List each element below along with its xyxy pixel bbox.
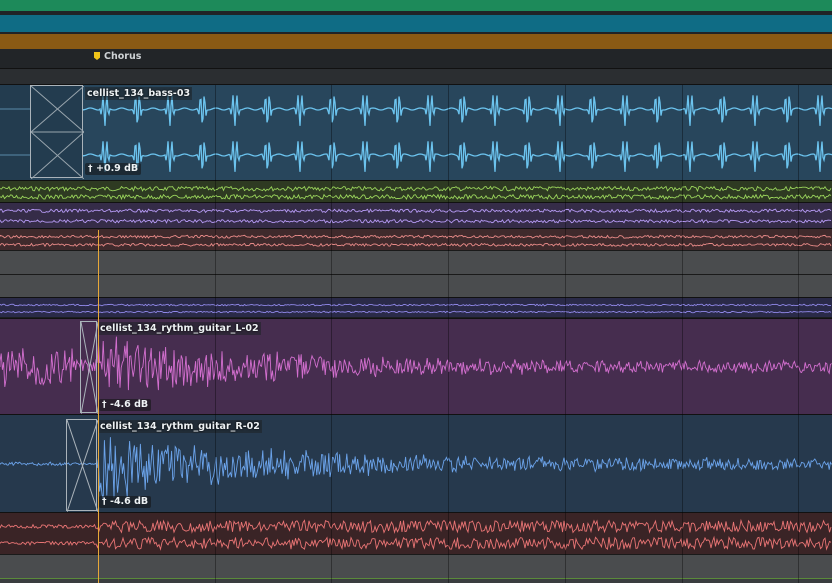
gr-wave-trace bbox=[0, 437, 832, 501]
red-track-lane[interactable] bbox=[0, 228, 832, 250]
rb-wave-ch2 bbox=[0, 535, 832, 551]
marker-chorus[interactable]: Chorus bbox=[94, 51, 141, 63]
empty-track-lane[interactable] bbox=[0, 274, 832, 297]
red-wave-ch2 bbox=[0, 242, 832, 248]
gain-handle-icon: † bbox=[102, 400, 107, 410]
crossfade-region[interactable] bbox=[30, 85, 84, 179]
crossfade-icon bbox=[81, 322, 98, 414]
red-waveform bbox=[0, 234, 832, 248]
purple-wave-ch1 bbox=[0, 208, 832, 214]
empty-track-lane[interactable] bbox=[0, 554, 832, 578]
gain-handle-icon: † bbox=[102, 497, 107, 507]
clip-name-bass: cellist_134_bass-03 bbox=[85, 87, 193, 100]
folder-track-teal[interactable] bbox=[0, 15, 832, 32]
gain-handle-icon: † bbox=[88, 164, 93, 174]
empty-track-lane[interactable] bbox=[0, 250, 832, 274]
folder-track-orange[interactable] bbox=[0, 34, 832, 49]
gl-wave-trace bbox=[0, 336, 832, 391]
clip-gain-value: +0.9 dB bbox=[96, 163, 139, 174]
playhead-cursor[interactable] bbox=[98, 230, 99, 583]
folder-track-green[interactable] bbox=[0, 0, 832, 11]
crossfade-region[interactable] bbox=[80, 321, 98, 414]
empty-track-lane[interactable] bbox=[0, 68, 832, 85]
marker-label: Chorus bbox=[104, 51, 142, 62]
violet-wave-ch1 bbox=[0, 303, 831, 307]
violet-track-lane[interactable] bbox=[0, 297, 832, 317]
violet-waveform bbox=[0, 303, 832, 314]
purple-wave-ch2 bbox=[0, 218, 832, 224]
rb-wave-ch1 bbox=[0, 518, 832, 534]
marker-flag-icon bbox=[94, 52, 100, 60]
crossfade-icon bbox=[67, 420, 98, 512]
clip-name-guitar-r: cellist_134_rythm_guitar_R-02 bbox=[98, 420, 262, 433]
next-track-lane[interactable] bbox=[0, 578, 832, 583]
guitar-r-clip[interactable]: cellist_134_rythm_guitar_R-02 † -4.6 dB bbox=[0, 414, 832, 512]
crossfade-icon bbox=[31, 86, 84, 179]
clip-name-guitar-l: cellist_134_rythm_guitar_L-02 bbox=[98, 322, 261, 335]
crossfade-region[interactable] bbox=[66, 419, 98, 512]
purple-track-lane[interactable] bbox=[0, 202, 832, 228]
clip-gain-value: -4.6 dB bbox=[110, 399, 149, 410]
red-wave-ch1 bbox=[0, 234, 832, 239]
clip-gain-guitar-l[interactable]: † -4.6 dB bbox=[99, 399, 152, 411]
green-waveform bbox=[0, 185, 832, 201]
clip-gain-value: -4.6 dB bbox=[110, 496, 149, 507]
purple-waveform bbox=[0, 208, 832, 224]
bass-clip[interactable]: cellist_134_bass-03 † +0.9 dB bbox=[0, 85, 832, 180]
violet-wave-ch2 bbox=[0, 310, 832, 314]
green-wave-ch1 bbox=[0, 185, 832, 193]
arrangement-view: Chorus cellist_134_bass-03 † +0.9 dB cel… bbox=[0, 0, 832, 583]
bass-channel-1 bbox=[82, 95, 832, 126]
red-bottom-track-lane[interactable] bbox=[0, 512, 832, 554]
green-wave-ch2 bbox=[0, 193, 832, 201]
bass-channel-2 bbox=[82, 141, 832, 172]
clip-gain-guitar-r[interactable]: † -4.6 dB bbox=[99, 496, 152, 508]
red-bottom-waveform bbox=[0, 518, 832, 551]
clip-gain-bass[interactable]: † +0.9 dB bbox=[85, 163, 142, 175]
guitar-l-clip[interactable]: cellist_134_rythm_guitar_L-02 † -4.6 dB bbox=[0, 318, 832, 414]
green-track-lane[interactable] bbox=[0, 180, 832, 202]
